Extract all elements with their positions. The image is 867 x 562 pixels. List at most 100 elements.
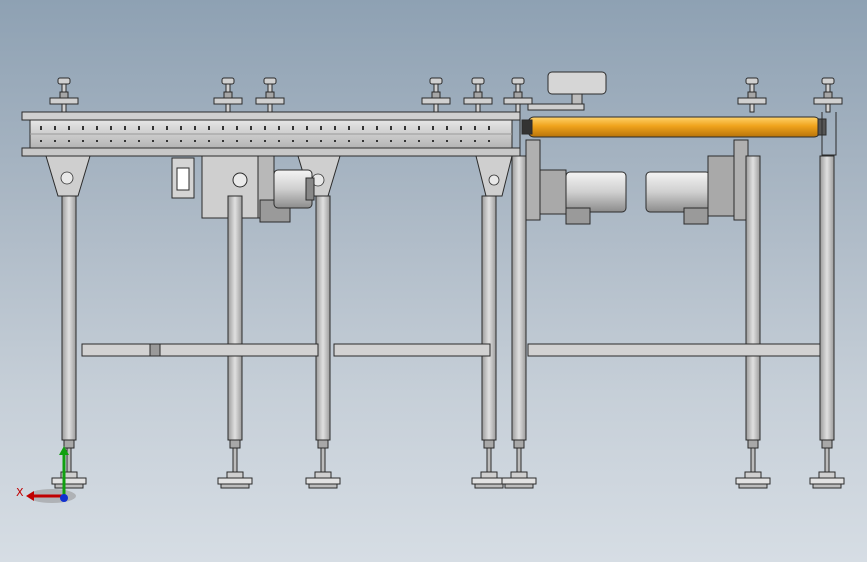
guide-posts xyxy=(49,77,843,113)
leveling-screw xyxy=(232,447,238,473)
cross-brace xyxy=(333,343,491,357)
powered-roller[interactable] xyxy=(521,116,827,138)
post-collar xyxy=(431,91,441,99)
beam-hole xyxy=(138,140,140,142)
guide-post xyxy=(49,77,79,113)
beam-hole xyxy=(222,140,224,142)
foot-base xyxy=(54,483,84,489)
electrical-box[interactable] xyxy=(171,157,195,199)
post-collar xyxy=(513,91,523,99)
cross-brace xyxy=(527,343,821,357)
beam-hole xyxy=(446,140,448,142)
beam-hole xyxy=(236,126,238,130)
beam-hole xyxy=(96,126,98,130)
beam-hole xyxy=(292,140,294,142)
right-motor-2[interactable] xyxy=(645,155,735,225)
knob xyxy=(488,174,500,186)
beam-hole xyxy=(208,140,210,142)
beam-hole xyxy=(418,140,420,142)
guide-post xyxy=(213,77,243,113)
left-conveyor-frame[interactable] xyxy=(21,111,521,157)
cad-viewport[interactable]: X xyxy=(0,0,867,562)
bottom-rail[interactable] xyxy=(21,147,521,157)
beam-hole xyxy=(446,126,448,130)
beam-hole xyxy=(166,140,168,142)
leg-sleeve xyxy=(513,439,525,449)
left-drive-unit[interactable] xyxy=(201,155,315,223)
beam-hole xyxy=(292,126,294,130)
foot-nut xyxy=(226,471,244,479)
post-clamp xyxy=(463,97,493,105)
foot-base xyxy=(504,483,534,489)
beam-hole xyxy=(236,140,238,142)
post-collar xyxy=(59,91,69,99)
beam-hole xyxy=(250,126,252,130)
beam-hole xyxy=(320,126,322,130)
leg xyxy=(227,195,243,473)
beam-hole xyxy=(40,126,42,130)
beam-hole xyxy=(488,126,490,130)
foot-base xyxy=(738,483,768,489)
leg-tube xyxy=(315,195,331,441)
right-motor-1[interactable] xyxy=(539,169,627,225)
leg-tube xyxy=(745,155,761,441)
top-rail[interactable] xyxy=(21,111,521,121)
post-clamp xyxy=(255,97,285,105)
beam-hole xyxy=(124,140,126,142)
beam-hole xyxy=(320,140,322,142)
beam-hole xyxy=(68,126,70,130)
beam-hole xyxy=(54,126,56,130)
beam-hole xyxy=(180,140,182,142)
beam-hole xyxy=(208,126,210,130)
foot-nut xyxy=(314,471,332,479)
beam-hole xyxy=(404,126,406,130)
beam-hole xyxy=(432,140,434,142)
post-handle xyxy=(221,77,235,85)
hand-wheel[interactable] xyxy=(527,71,607,111)
leg xyxy=(511,155,527,473)
foot-pad xyxy=(305,477,341,485)
foot-pad xyxy=(471,477,507,485)
foot-base xyxy=(812,483,842,489)
beam-hole xyxy=(152,126,154,130)
guide-post xyxy=(813,77,843,113)
beam-hole xyxy=(362,140,364,142)
beam-hole xyxy=(180,126,182,130)
leg-tube xyxy=(511,155,527,441)
beam-hole xyxy=(306,126,308,130)
roller-tube[interactable] xyxy=(527,116,821,138)
foot-nut xyxy=(744,471,762,479)
beam-hole xyxy=(152,140,154,142)
beam-hole xyxy=(334,126,336,130)
beam-hole xyxy=(68,140,70,142)
post-collar xyxy=(223,91,233,99)
leg-tube xyxy=(227,195,243,441)
post-handle xyxy=(745,77,759,85)
guide-post xyxy=(737,77,767,113)
leg xyxy=(745,155,761,473)
leg xyxy=(819,155,835,473)
guide-post xyxy=(463,77,493,113)
foot-nut xyxy=(480,471,498,479)
beam-hole xyxy=(474,126,476,130)
foot-pad xyxy=(501,477,537,485)
post-handle xyxy=(57,77,71,85)
foot-base xyxy=(474,483,504,489)
post-collar xyxy=(265,91,275,99)
leg-tube xyxy=(819,155,835,441)
leg xyxy=(315,195,331,473)
post-clamp xyxy=(49,97,79,105)
beam-hole xyxy=(404,140,406,142)
beam-hole xyxy=(82,126,84,130)
post-handle xyxy=(821,77,835,85)
beam-hole xyxy=(348,140,350,142)
conveyor-assembly-front-view[interactable]: X xyxy=(0,0,867,562)
beam-hole xyxy=(96,140,98,142)
leg xyxy=(481,195,497,473)
post-clamp xyxy=(421,97,451,105)
post-collar xyxy=(823,91,833,99)
post-collar xyxy=(473,91,483,99)
beam-hole xyxy=(278,140,280,142)
beam-hole xyxy=(418,126,420,130)
foot-nut xyxy=(818,471,836,479)
